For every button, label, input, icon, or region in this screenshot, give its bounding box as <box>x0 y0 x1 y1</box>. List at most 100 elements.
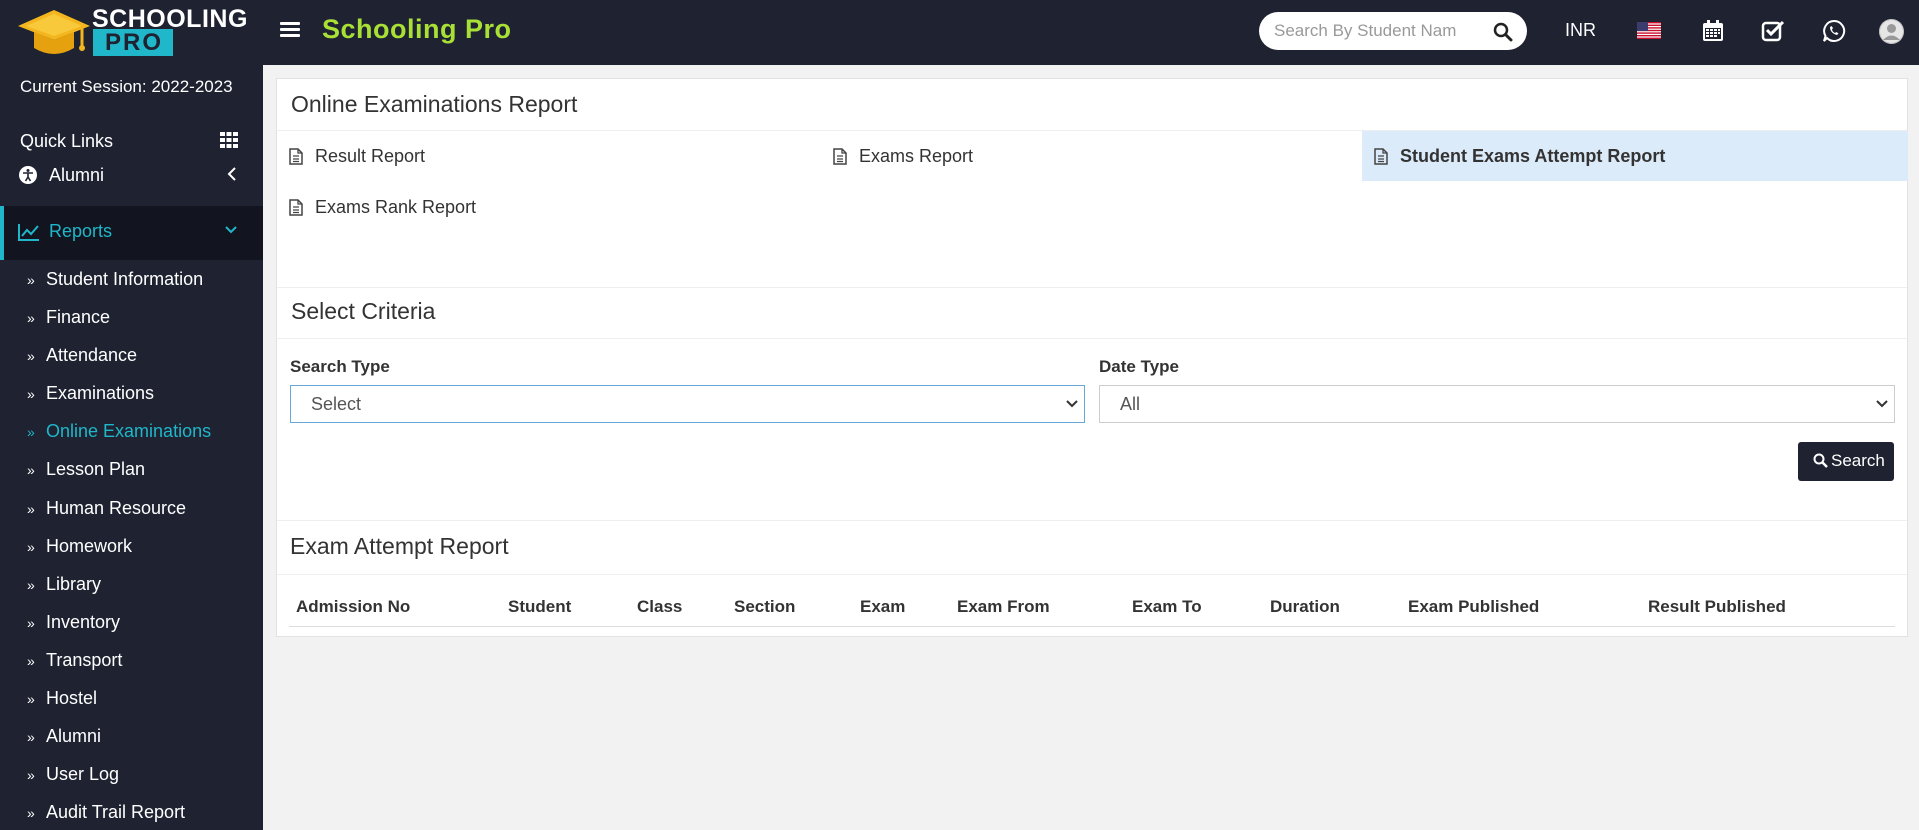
search-type-value: Select <box>311 394 362 414</box>
search-icon <box>1813 453 1828 468</box>
chevron-down-icon <box>1876 400 1888 408</box>
sidebar-subitem-label: Inventory <box>46 612 121 632</box>
sidebar-subitem-attendance[interactable]: » Attendance <box>0 342 263 372</box>
double-chevron-icon: » <box>27 615 35 631</box>
sidebar-subitem-label: Homework <box>46 536 133 556</box>
table-header-exam-published[interactable]: Exam Published <box>1408 597 1539 617</box>
table-header-exam[interactable]: Exam <box>860 597 905 617</box>
sidebar-subitem-label: Human Resource <box>46 498 187 518</box>
table-header-exam-from[interactable]: Exam From <box>957 597 1050 617</box>
report-link-label: Result Report <box>315 146 426 166</box>
sidebar-subitem-online-examinations[interactable]: » Online Examinations <box>0 418 263 448</box>
report-link-student-exams-attempt[interactable]: Student Exams Attempt Report <box>1362 131 1908 181</box>
double-chevron-icon: » <box>27 539 35 555</box>
table-header-exam-to[interactable]: Exam To <box>1132 597 1202 617</box>
sidebar-subitem-label: Alumni <box>46 726 102 746</box>
report-link-label: Student Exams Attempt Report <box>1400 146 1666 166</box>
sidebar-subitem-library[interactable]: » Library <box>0 571 263 601</box>
student-search-input[interactable] <box>1274 21 1484 41</box>
sidebar-subitem-lesson-plan[interactable]: » Lesson Plan <box>0 456 263 486</box>
report-link-exams[interactable]: Exams Report <box>821 131 1365 181</box>
sidebar-subitem-label: Attendance <box>46 345 138 365</box>
table-header-divider <box>289 626 1895 627</box>
document-icon <box>289 148 303 165</box>
report-link-label: Exams Report <box>859 146 974 166</box>
double-chevron-icon: » <box>27 501 35 517</box>
quick-links-label: Quick Links <box>20 131 114 151</box>
logo[interactable]: SCHOOLING PRO <box>0 0 263 65</box>
divider <box>277 520 1907 521</box>
double-chevron-icon: » <box>27 386 35 402</box>
sidebar-subitem-label: Lesson Plan <box>46 459 146 479</box>
date-type-value: All <box>1120 394 1141 414</box>
date-type-label: Date Type <box>1099 357 1179 376</box>
report-link-exams-rank[interactable]: Exams Rank Report <box>277 182 821 232</box>
flag-us-icon[interactable] <box>1637 22 1661 39</box>
sidebar-subitem-finance[interactable]: » Finance <box>0 304 263 334</box>
table-header-student[interactable]: Student <box>508 597 571 617</box>
report-card: Online Examinations Report Result Report… <box>276 78 1908 637</box>
currency-selector[interactable]: INR <box>1565 20 1596 41</box>
table-header-duration[interactable]: Duration <box>1270 597 1340 617</box>
sidebar-subitem-label: Finance <box>46 307 111 327</box>
sidebar-subitem-inventory[interactable]: » Inventory <box>0 609 263 639</box>
double-chevron-icon: » <box>27 729 35 745</box>
sidebar-item-label: Reports <box>49 221 113 241</box>
double-chevron-icon: » <box>27 310 35 326</box>
sidebar-subitem-transport[interactable]: » Transport <box>0 647 263 677</box>
sidebar-subitem-examinations[interactable]: » Examinations <box>0 380 263 410</box>
sidebar-subitem-hostel[interactable]: » Hostel <box>0 685 263 715</box>
criteria-header: Select Criteria <box>277 287 1907 339</box>
logo-text-pro: PRO <box>93 29 173 56</box>
sidebar-subitem-label: User Log <box>46 764 120 784</box>
sidebar-item-alumni-group[interactable]: Alumni <box>0 163 263 201</box>
search-type-select[interactable]: Select <box>290 385 1085 423</box>
document-icon <box>289 199 303 216</box>
sidebar-subitem-user-log[interactable]: » User Log <box>0 761 263 791</box>
double-chevron-icon: » <box>27 424 35 440</box>
sidebar-subitem-audit-trail-report[interactable]: » Audit Trail Report <box>0 799 263 829</box>
sidebar-subitem-student-information[interactable]: » Student Information <box>0 266 263 296</box>
student-search-box <box>1259 12 1527 50</box>
sidebar-subitem-human-resource[interactable]: » Human Resource <box>0 495 263 525</box>
chevron-down-icon <box>225 226 237 234</box>
report-link-result[interactable]: Result Report <box>277 131 821 181</box>
search-button[interactable]: Search <box>1798 442 1894 481</box>
sidebar-item-label: Alumni <box>49 165 105 185</box>
search-type-label: Search Type <box>290 357 390 376</box>
double-chevron-icon: » <box>27 767 35 783</box>
whatsapp-icon[interactable] <box>1822 19 1846 43</box>
sidebar-subitem-label: Audit Trail Report <box>46 802 186 822</box>
calendar-icon[interactable] <box>1701 19 1725 43</box>
report-header: Online Examinations Report <box>277 79 1907 131</box>
report-link-label: Exams Rank Report <box>315 197 477 217</box>
double-chevron-icon: » <box>27 577 35 593</box>
double-chevron-icon: » <box>27 272 35 288</box>
app-title: Schooling Pro <box>322 14 512 44</box>
sidebar-item-reports[interactable]: Reports <box>0 206 263 260</box>
top-bar: SCHOOLING PRO Schooling Pro INR <box>0 0 1919 65</box>
quick-links[interactable]: Quick Links <box>0 120 263 162</box>
document-icon <box>833 148 847 165</box>
grid-icon[interactable] <box>220 132 238 148</box>
table-header-admission-no[interactable]: Admission No <box>296 597 410 617</box>
search-icon[interactable] <box>1493 22 1513 42</box>
sidebar-subitem-label: Student Information <box>46 269 204 289</box>
table-header-result-published[interactable]: Result Published <box>1648 597 1786 617</box>
graduation-cap-icon <box>18 10 90 54</box>
sidebar-subitem-alumni[interactable]: » Alumni <box>0 723 263 753</box>
divider <box>277 574 1907 575</box>
date-type-select[interactable]: All <box>1099 385 1895 423</box>
chevron-left-icon <box>227 167 236 181</box>
table-header-section[interactable]: Section <box>734 597 795 617</box>
sidebar-subitem-homework[interactable]: » Homework <box>0 533 263 563</box>
menu-toggle-icon[interactable] <box>280 22 300 38</box>
checkbox-icon[interactable] <box>1761 19 1785 43</box>
user-avatar-icon[interactable] <box>1879 19 1904 44</box>
document-icon <box>1374 148 1388 165</box>
table-header-class[interactable]: Class <box>637 597 682 617</box>
sidebar-subitem-label: Online Examinations <box>46 421 212 441</box>
sidebar: Current Session: 2022-2023 Quick Links A… <box>0 65 263 830</box>
double-chevron-icon: » <box>27 653 35 669</box>
sidebar-subitem-label: Library <box>46 574 102 594</box>
